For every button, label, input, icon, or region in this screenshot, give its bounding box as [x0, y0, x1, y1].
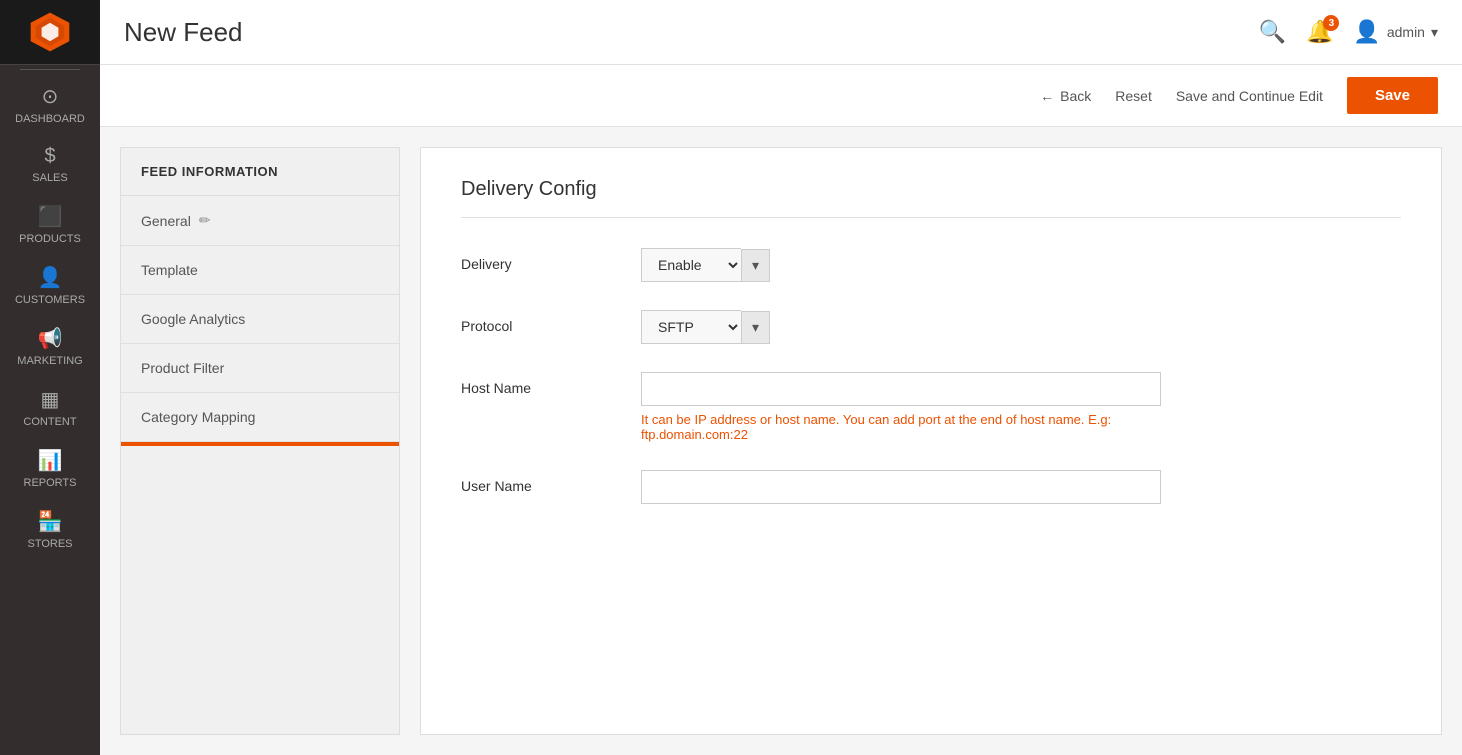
left-panel: FEED INFORMATION General ✏ Template Goog… — [120, 147, 400, 735]
save-continue-label: Save and Continue Edit — [1176, 88, 1323, 104]
sidebar-item-reports[interactable]: 📊 REPORTS — [0, 438, 100, 499]
user-name-input[interactable] — [641, 470, 1161, 504]
save-label: Save — [1375, 87, 1410, 104]
products-icon: ⬛ — [38, 204, 63, 229]
sidebar-item-label: REPORTS — [24, 477, 77, 489]
sidebar-item-label: MARKETING — [17, 355, 82, 367]
sidebar-item-sales[interactable]: $ SALES — [0, 135, 100, 194]
save-button[interactable]: Save — [1347, 77, 1438, 114]
pencil-icon: ✏ — [199, 212, 211, 229]
search-button[interactable]: 🔍 — [1259, 19, 1286, 45]
stores-icon: 🏪 — [38, 509, 63, 534]
left-panel-bottom-bar — [121, 442, 399, 446]
back-arrow-icon: ← — [1040, 88, 1054, 104]
host-name-hint: It can be IP address or host name. You c… — [641, 412, 1161, 442]
sidebar-item-products[interactable]: ⬛ PRODUCTS — [0, 194, 100, 255]
notification-badge: 3 — [1323, 15, 1339, 31]
customers-icon: 👤 — [38, 265, 63, 290]
protocol-select[interactable]: SFTP FTP FTPS — [641, 310, 741, 344]
section-divider — [461, 217, 1401, 218]
sidebar-item-dashboard[interactable]: ⊙ DASHBOARD — [0, 74, 100, 135]
action-bar: ← Back Reset Save and Continue Edit Save — [100, 65, 1462, 127]
left-panel-item-general[interactable]: General ✏ — [121, 196, 399, 246]
section-title: Delivery Config — [461, 178, 1401, 201]
header-right: 🔍 🔔 3 👤 admin ▾ — [1259, 19, 1438, 45]
left-panel-item-google-analytics[interactable]: Google Analytics — [121, 295, 399, 344]
top-header: New Feed 🔍 🔔 3 👤 admin ▾ — [100, 0, 1462, 65]
content-icon: ▦ — [41, 387, 60, 412]
left-panel-item-product-filter[interactable]: Product Filter — [121, 344, 399, 393]
host-name-control: It can be IP address or host name. You c… — [641, 372, 1401, 442]
protocol-select-wrapper: SFTP FTP FTPS ▾ — [641, 310, 1401, 344]
sidebar-item-stores[interactable]: 🏪 STORES — [0, 499, 100, 560]
user-name-control — [641, 470, 1401, 504]
left-panel-header: FEED INFORMATION — [121, 148, 399, 196]
sidebar-item-customers[interactable]: 👤 CUSTOMERS — [0, 255, 100, 316]
reset-label: Reset — [1115, 88, 1152, 104]
sidebar-item-label: SALES — [32, 172, 67, 184]
dashboard-icon: ⊙ — [42, 84, 59, 109]
protocol-row: Protocol SFTP FTP FTPS ▾ — [461, 310, 1401, 344]
page-title: New Feed — [124, 17, 243, 48]
protocol-control: SFTP FTP FTPS ▾ — [641, 310, 1401, 344]
sidebar-item-label: PRODUCTS — [19, 233, 81, 245]
category-mapping-label: Category Mapping — [141, 409, 255, 425]
sidebar-item-label: STORES — [27, 538, 72, 550]
back-button[interactable]: ← Back — [1040, 88, 1091, 104]
delivery-select[interactable]: Enable Disable — [641, 248, 741, 282]
reports-icon: 📊 — [38, 448, 63, 473]
host-name-hint-text: It can be IP address or host name. You c… — [641, 412, 1111, 442]
template-label: Template — [141, 262, 198, 278]
back-label: Back — [1060, 88, 1091, 104]
user-name-label: User Name — [461, 470, 621, 494]
left-panel-item-category-mapping[interactable]: Category Mapping — [121, 393, 399, 442]
delivery-select-wrapper: Enable Disable ▾ — [641, 248, 1401, 282]
sidebar-item-label: CONTENT — [23, 416, 76, 428]
right-panel: Delivery Config Delivery Enable Disable … — [420, 147, 1442, 735]
host-name-label: Host Name — [461, 372, 621, 396]
sidebar: ⊙ DASHBOARD $ SALES ⬛ PRODUCTS 👤 CUSTOME… — [0, 0, 100, 755]
save-continue-button[interactable]: Save and Continue Edit — [1176, 88, 1323, 104]
marketing-icon: 📢 — [38, 326, 63, 351]
user-name-row: User Name — [461, 470, 1401, 504]
host-name-input[interactable] — [641, 372, 1161, 406]
search-icon: 🔍 — [1259, 19, 1286, 44]
delivery-label: Delivery — [461, 248, 621, 272]
content-area: FEED INFORMATION General ✏ Template Goog… — [100, 127, 1462, 755]
chevron-down-icon: ▾ — [1431, 24, 1438, 41]
sidebar-item-marketing[interactable]: 📢 MARKETING — [0, 316, 100, 377]
user-name: admin — [1387, 24, 1425, 40]
user-area[interactable]: 👤 admin ▾ — [1353, 19, 1438, 45]
reset-button[interactable]: Reset — [1115, 88, 1152, 104]
user-avatar-icon: 👤 — [1353, 19, 1380, 45]
sidebar-item-label: CUSTOMERS — [15, 294, 85, 306]
delivery-row: Delivery Enable Disable ▾ — [461, 248, 1401, 282]
protocol-label: Protocol — [461, 310, 621, 334]
left-panel-item-template[interactable]: Template — [121, 246, 399, 295]
delivery-control: Enable Disable ▾ — [641, 248, 1401, 282]
sidebar-item-content[interactable]: ▦ CONTENT — [0, 377, 100, 438]
google-analytics-label: Google Analytics — [141, 311, 245, 327]
protocol-select-dropdown-btn[interactable]: ▾ — [741, 311, 770, 344]
host-name-row: Host Name It can be IP address or host n… — [461, 372, 1401, 442]
main-area: New Feed 🔍 🔔 3 👤 admin ▾ ← Back Reset — [100, 0, 1462, 755]
delivery-select-dropdown-btn[interactable]: ▾ — [741, 249, 770, 282]
sidebar-logo — [0, 0, 100, 65]
product-filter-label: Product Filter — [141, 360, 224, 376]
sales-icon: $ — [44, 145, 55, 168]
sidebar-divider — [20, 69, 80, 70]
general-label: General — [141, 213, 191, 229]
notification-button[interactable]: 🔔 3 — [1306, 19, 1333, 45]
sidebar-item-label: DASHBOARD — [15, 113, 85, 125]
